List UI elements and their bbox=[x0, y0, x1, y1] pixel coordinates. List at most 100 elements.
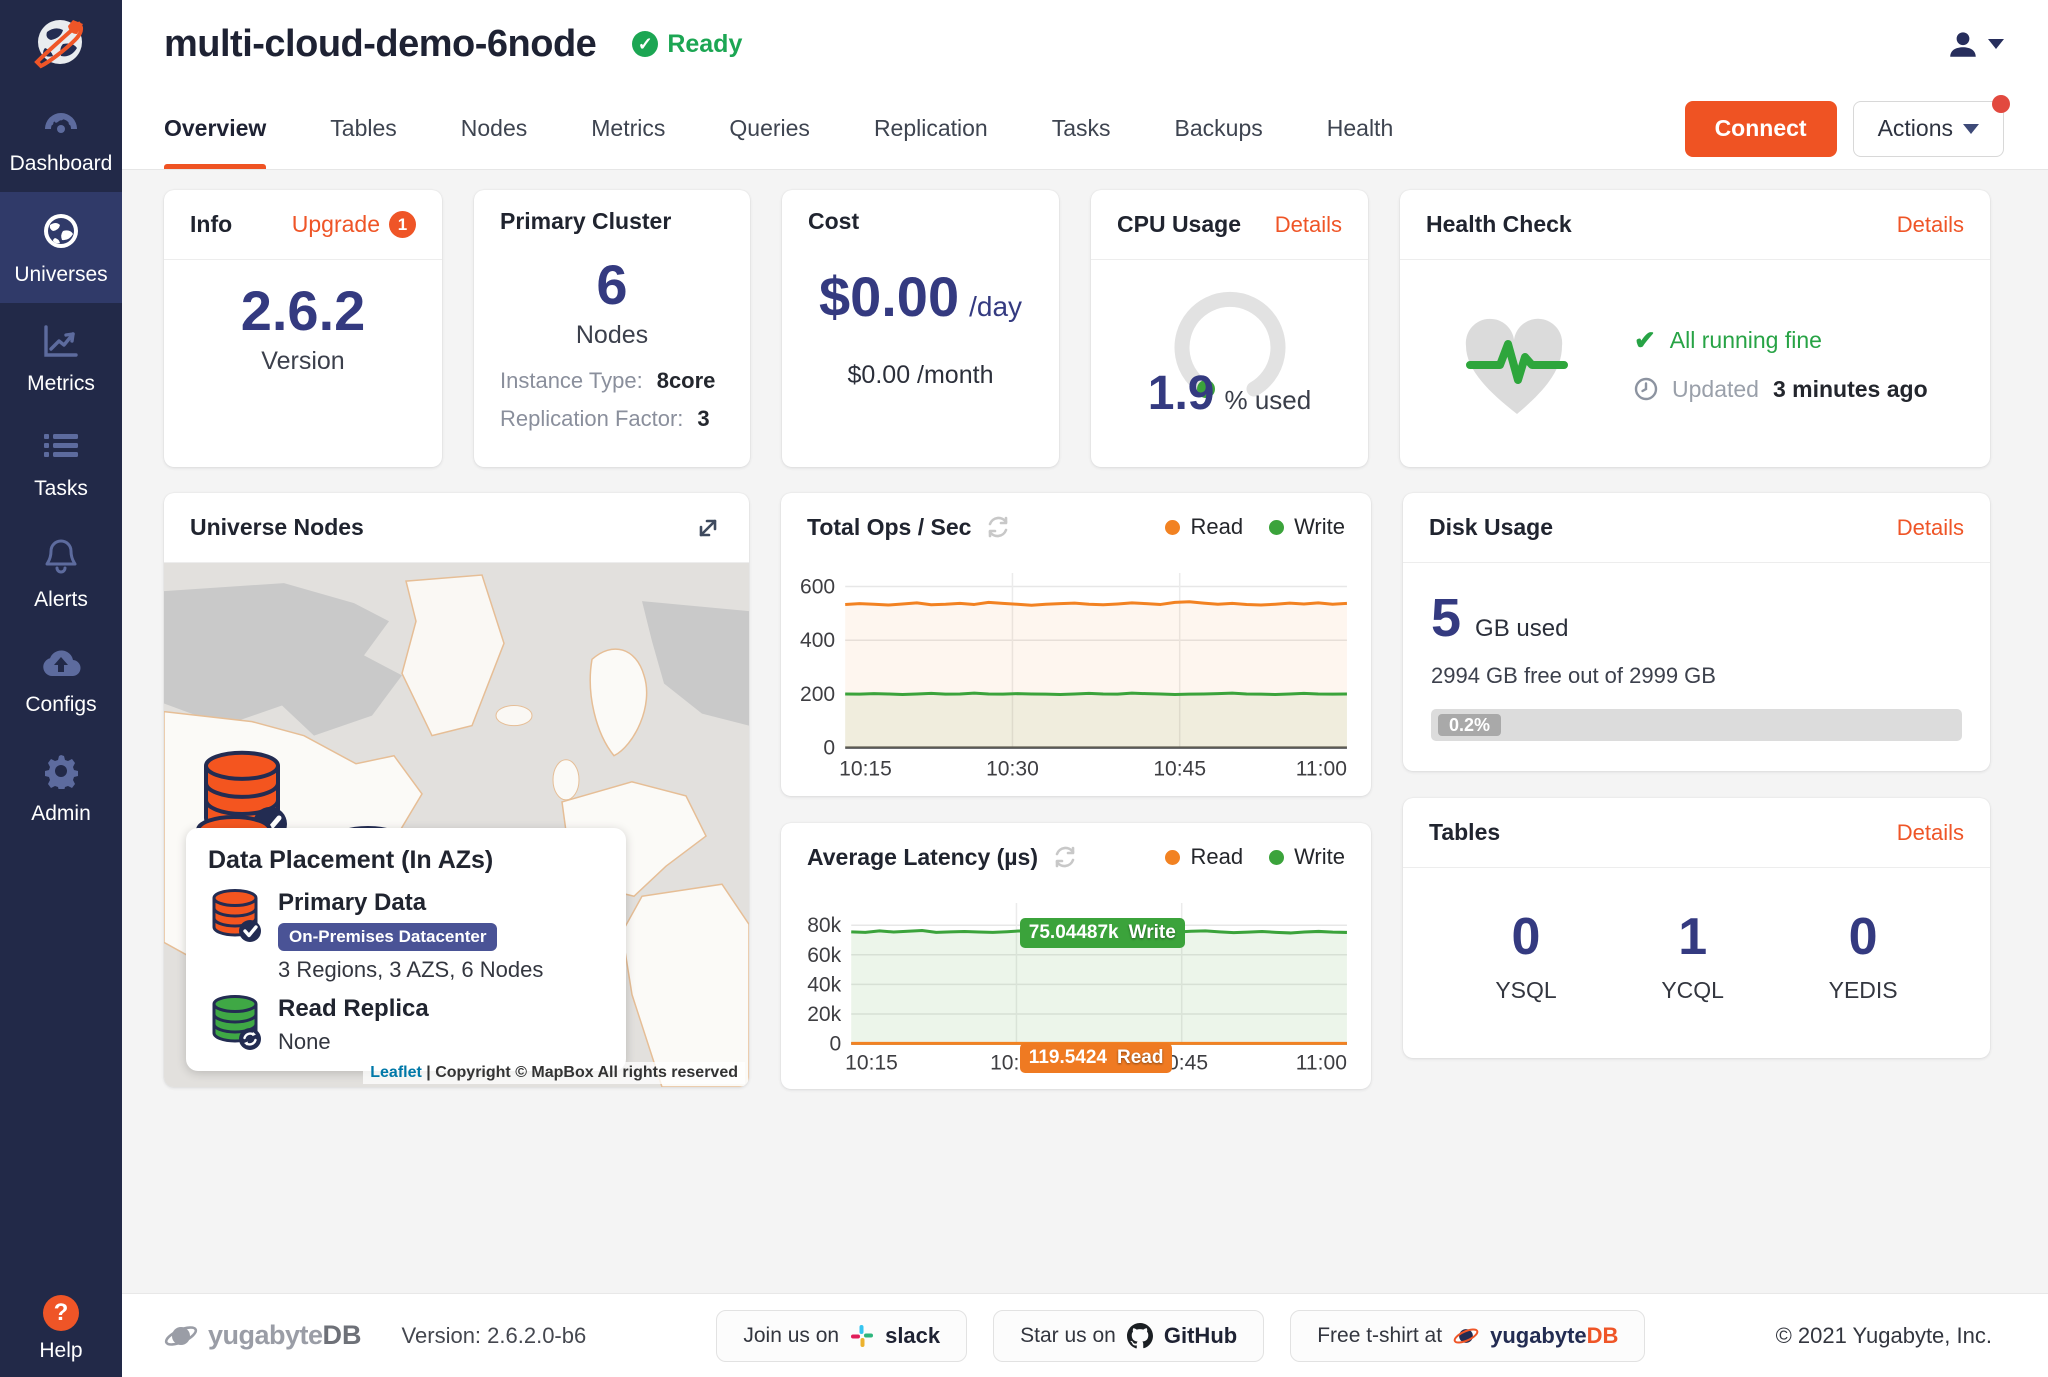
tshirt-brand-navy: yugabyte bbox=[1490, 1323, 1587, 1348]
leaflet-link[interactable]: Leaflet bbox=[370, 1064, 422, 1081]
sidebar-item-label: Alerts bbox=[0, 588, 122, 612]
health-updated-label: Updated bbox=[1672, 376, 1759, 403]
slack-button[interactable]: Join us on slack bbox=[716, 1310, 967, 1362]
tab-backups[interactable]: Backups bbox=[1175, 88, 1263, 169]
tables-card: Tables Details 0 YSQL 1 YCQL 0 bbox=[1403, 798, 1990, 1058]
primary-data-label: Primary Data bbox=[278, 889, 543, 917]
tab-queries[interactable]: Queries bbox=[729, 88, 810, 169]
write-legend-dot bbox=[1269, 850, 1284, 865]
map-copyright: | Copyright © MapBox All rights reserved bbox=[422, 1064, 738, 1081]
sidebar-item-dashboard[interactable]: Dashboard bbox=[0, 89, 122, 192]
info-card: Info Upgrade 1 2.6.2 Version bbox=[164, 190, 442, 467]
footer-copyright: © 2021 Yugabyte, Inc. bbox=[1776, 1323, 1992, 1349]
version-value: 2.6.2 bbox=[241, 282, 366, 341]
sidebar-item-label: Tasks bbox=[0, 477, 122, 501]
read-replica-icon bbox=[208, 995, 262, 1051]
tab-bar: Overview Tables Nodes Metrics Queries Re… bbox=[122, 88, 2048, 170]
globe-icon bbox=[42, 212, 80, 250]
check-circle-icon: ✓ bbox=[632, 31, 658, 57]
world-map[interactable]: Data Placement (In AZs) Primary Data bbox=[164, 563, 749, 1087]
svg-text:10:15: 10:15 bbox=[839, 758, 892, 781]
sidebar-item-configs[interactable]: Configs bbox=[0, 628, 122, 733]
heartbeat-icon bbox=[1456, 308, 1578, 420]
ysql-stat: 0 YSQL bbox=[1495, 907, 1556, 1004]
write-legend-dot bbox=[1269, 520, 1284, 535]
upgrade-count-badge: 1 bbox=[389, 211, 416, 238]
actions-button[interactable]: Actions bbox=[1853, 101, 2004, 157]
cpu-usage-title: CPU Usage bbox=[1117, 211, 1241, 238]
upgrade-link[interactable]: Upgrade 1 bbox=[292, 211, 416, 238]
expand-icon[interactable] bbox=[693, 513, 723, 543]
refresh-icon[interactable] bbox=[1052, 844, 1078, 870]
svg-text:11:00: 11:00 bbox=[1296, 758, 1347, 781]
sidebar-item-alerts[interactable]: Alerts bbox=[0, 517, 122, 628]
replication-factor-label: Replication Factor: bbox=[500, 406, 683, 432]
svg-text:20k: 20k bbox=[807, 1003, 841, 1026]
tab-tables[interactable]: Tables bbox=[330, 88, 396, 169]
tab-tasks[interactable]: Tasks bbox=[1052, 88, 1111, 169]
health-updated-value: 3 minutes ago bbox=[1773, 376, 1928, 403]
universe-nodes-card: Universe Nodes bbox=[164, 493, 749, 1087]
ycql-stat: 1 YCQL bbox=[1661, 907, 1724, 1004]
tab-replication[interactable]: Replication bbox=[874, 88, 988, 169]
gauge-icon bbox=[41, 109, 81, 139]
tables-details-link[interactable]: Details bbox=[1897, 820, 1964, 846]
tables-title: Tables bbox=[1429, 819, 1500, 846]
svg-text:0: 0 bbox=[829, 1033, 841, 1056]
sidebar-item-label: Universes bbox=[0, 263, 122, 287]
caret-down-icon bbox=[1988, 39, 2004, 49]
sidebar-item-admin[interactable]: Admin bbox=[0, 733, 122, 842]
refresh-icon[interactable] bbox=[985, 514, 1011, 540]
upgrade-link-label: Upgrade bbox=[292, 211, 380, 238]
replication-factor-value: 3 bbox=[697, 406, 709, 432]
metrics-icon bbox=[42, 323, 80, 359]
actions-button-label: Actions bbox=[1878, 115, 1953, 142]
tshirt-button[interactable]: Free t-shirt at yugabyteDB bbox=[1290, 1310, 1645, 1362]
svg-text:10:15: 10:15 bbox=[845, 1052, 898, 1075]
latency-title: Average Latency (µs) bbox=[807, 844, 1038, 871]
health-details-link[interactable]: Details bbox=[1897, 212, 1964, 238]
tab-overview[interactable]: Overview bbox=[164, 88, 266, 169]
status-badge-text: Ready bbox=[667, 30, 742, 59]
read-legend-label: Read bbox=[1190, 844, 1243, 870]
user-menu[interactable] bbox=[1946, 27, 2004, 61]
sidebar-item-universes[interactable]: Universes bbox=[0, 192, 122, 303]
help-label: Help bbox=[39, 1339, 82, 1363]
write-legend-label: Write bbox=[1294, 514, 1345, 540]
write-latency-label: Write bbox=[1129, 922, 1176, 943]
svg-text:11:00: 11:00 bbox=[1296, 1052, 1347, 1075]
sidebar-item-help[interactable]: ? Help bbox=[39, 1295, 82, 1363]
connect-button[interactable]: Connect bbox=[1685, 101, 1837, 157]
write-latency-badge: 75.04487kWrite bbox=[1020, 918, 1185, 948]
github-button-pre: Star us on bbox=[1020, 1324, 1116, 1348]
cost-card-title: Cost bbox=[808, 208, 859, 235]
data-placement-title: Data Placement (In AZs) bbox=[208, 846, 604, 875]
primary-data-icon bbox=[208, 889, 262, 945]
tab-metrics[interactable]: Metrics bbox=[591, 88, 665, 169]
sidebar-item-tasks[interactable]: Tasks bbox=[0, 412, 122, 517]
help-icon: ? bbox=[43, 1295, 79, 1331]
top-bar: multi-cloud-demo-6node ✓ Ready bbox=[122, 0, 2048, 88]
yedis-stat: 0 YEDIS bbox=[1829, 907, 1898, 1004]
read-replica-label: Read Replica bbox=[278, 995, 429, 1023]
info-card-title: Info bbox=[190, 211, 232, 238]
yugabyte-logo-icon[interactable] bbox=[27, 10, 95, 83]
github-button[interactable]: Star us on GitHub bbox=[993, 1310, 1264, 1362]
disk-details-link[interactable]: Details bbox=[1897, 515, 1964, 541]
primary-cluster-card: Primary Cluster 6 Nodes Instance Type: 8… bbox=[474, 190, 750, 467]
cpu-details-link[interactable]: Details bbox=[1275, 212, 1342, 238]
overview-content: Info Upgrade 1 2.6.2 Version Primary Clu… bbox=[122, 170, 2048, 1293]
yedis-label: YEDIS bbox=[1829, 977, 1898, 1004]
ops-legend: Read Write bbox=[1165, 514, 1345, 540]
notification-dot bbox=[1992, 95, 2010, 113]
disk-usage-card: Disk Usage Details 5 GB used 2994 GB fre… bbox=[1403, 493, 1990, 771]
tab-nodes[interactable]: Nodes bbox=[461, 88, 527, 169]
ysql-label: YSQL bbox=[1495, 977, 1556, 1004]
sidebar-item-metrics[interactable]: Metrics bbox=[0, 303, 122, 412]
total-ops-title: Total Ops / Sec bbox=[807, 514, 971, 541]
footer-version: Version: 2.6.2.0-b6 bbox=[402, 1323, 587, 1349]
brand-text-bold: DB bbox=[323, 1320, 362, 1350]
tab-health[interactable]: Health bbox=[1327, 88, 1393, 169]
map-attribution: Leaflet | Copyright © MapBox All rights … bbox=[363, 1062, 745, 1084]
yedis-count: 0 bbox=[1829, 907, 1898, 967]
